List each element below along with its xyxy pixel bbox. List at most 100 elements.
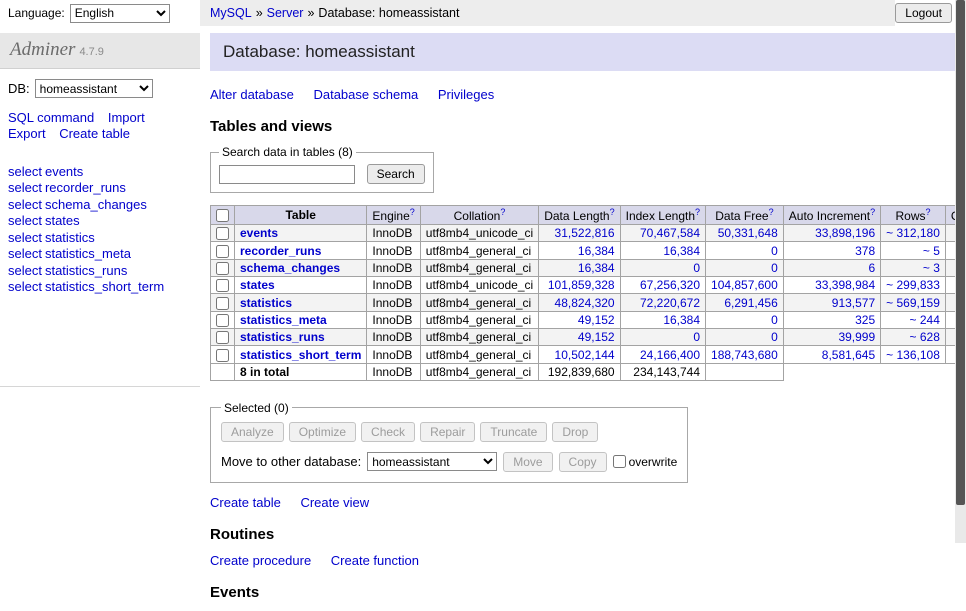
move-button[interactable]: Move — [503, 452, 552, 472]
table-link[interactable]: statistics_meta — [240, 313, 327, 327]
sql-command-link[interactable]: SQL command — [8, 110, 94, 125]
data-length-link[interactable]: 101,859,328 — [548, 278, 615, 292]
data-free-help-link[interactable]: ? — [769, 207, 774, 217]
table-name-link[interactable]: events — [45, 164, 83, 179]
language-select[interactable]: English — [70, 4, 170, 23]
table-name-link[interactable]: statistics_meta — [45, 246, 131, 261]
create-function-link[interactable]: Create function — [331, 553, 419, 568]
create-table-link[interactable]: Create table — [59, 126, 130, 141]
data-free-link[interactable]: 0 — [771, 330, 778, 344]
index-length-link[interactable]: 0 — [693, 330, 700, 344]
db-select[interactable]: homeassistant — [35, 79, 153, 98]
overwrite-checkbox[interactable] — [613, 455, 626, 468]
rows-count-link[interactable]: ~ 312,180 — [886, 226, 940, 240]
table-name-link[interactable]: statistics_short_term — [45, 279, 164, 294]
data-length-link[interactable]: 48,824,320 — [555, 296, 615, 310]
select-all-checkbox[interactable] — [216, 209, 229, 222]
rows-help-link[interactable]: ? — [926, 207, 931, 217]
table-name-link[interactable]: statistics_runs — [45, 263, 127, 278]
privileges-link[interactable]: Privileges — [438, 87, 494, 102]
rows-count-link[interactable]: ~ 299,833 — [886, 278, 940, 292]
scrollbar-thumb[interactable] — [956, 0, 965, 505]
optimize-button[interactable]: Optimize — [289, 422, 356, 442]
row-checkbox[interactable] — [216, 297, 229, 310]
index-length-link[interactable]: 16,384 — [663, 244, 700, 258]
index-length-link[interactable]: 16,384 — [663, 313, 700, 327]
create-view-link[interactable]: Create view — [300, 495, 369, 510]
auto-increment-link[interactable]: 39,999 — [838, 330, 875, 344]
row-checkbox[interactable] — [216, 349, 229, 362]
select-link[interactable]: select — [8, 230, 42, 245]
data-length-help-link[interactable]: ? — [610, 207, 615, 217]
data-length-link[interactable]: 16,384 — [578, 244, 615, 258]
drop-button[interactable]: Drop — [552, 422, 598, 442]
row-checkbox[interactable] — [216, 314, 229, 327]
alter-database-link[interactable]: Alter database — [210, 87, 294, 102]
data-free-link[interactable]: 0 — [771, 244, 778, 258]
auto-increment-help-link[interactable]: ? — [870, 207, 875, 217]
create-table-link-main[interactable]: Create table — [210, 495, 281, 510]
rows-count-link[interactable]: ~ 5 — [923, 244, 940, 258]
select-link[interactable]: select — [8, 279, 42, 294]
collation-help-link[interactable]: ? — [500, 207, 505, 217]
index-length-link[interactable]: 67,256,320 — [640, 278, 700, 292]
table-link[interactable]: events — [240, 226, 278, 240]
rows-count-link[interactable]: ~ 3 — [923, 261, 940, 275]
data-free-link[interactable]: 6,291,456 — [724, 296, 777, 310]
database-schema-link[interactable]: Database schema — [313, 87, 418, 102]
rows-count-link[interactable]: ~ 244 — [910, 313, 940, 327]
move-db-select[interactable]: homeassistant — [367, 452, 497, 471]
search-button[interactable]: Search — [367, 164, 425, 184]
table-link[interactable]: schema_changes — [240, 261, 340, 275]
data-length-link[interactable]: 31,522,816 — [555, 226, 615, 240]
table-link[interactable]: recorder_runs — [240, 244, 321, 258]
index-length-link[interactable]: 24,166,400 — [640, 348, 700, 362]
auto-increment-link[interactable]: 6 — [868, 261, 875, 275]
select-link[interactable]: select — [8, 180, 42, 195]
table-name-link[interactable]: statistics — [45, 230, 95, 245]
data-length-link[interactable]: 49,152 — [578, 330, 615, 344]
breadcrumb-mysql-link[interactable]: MySQL — [210, 6, 252, 20]
auto-increment-link[interactable]: 378 — [855, 244, 875, 258]
rows-count-link[interactable]: ~ 136,108 — [886, 348, 940, 362]
auto-increment-link[interactable]: 33,398,984 — [815, 278, 875, 292]
logout-button[interactable]: Logout — [895, 3, 952, 23]
data-free-link[interactable]: 0 — [771, 261, 778, 275]
search-input[interactable] — [219, 165, 355, 184]
table-name-link[interactable]: recorder_runs — [45, 180, 126, 195]
export-link[interactable]: Export — [8, 126, 46, 141]
rows-count-link[interactable]: ~ 569,159 — [886, 296, 940, 310]
auto-increment-link[interactable]: 33,898,196 — [815, 226, 875, 240]
auto-increment-link[interactable]: 325 — [855, 313, 875, 327]
index-length-help-link[interactable]: ? — [695, 207, 700, 217]
vertical-scrollbar[interactable] — [955, 0, 966, 543]
check-button[interactable]: Check — [361, 422, 415, 442]
data-free-link[interactable]: 188,743,680 — [711, 348, 778, 362]
data-free-link[interactable]: 50,331,648 — [718, 226, 778, 240]
import-link[interactable]: Import — [108, 110, 145, 125]
rows-count-link[interactable]: ~ 628 — [910, 330, 940, 344]
row-checkbox[interactable] — [216, 279, 229, 292]
data-free-link[interactable]: 0 — [771, 313, 778, 327]
row-checkbox[interactable] — [216, 245, 229, 258]
select-link[interactable]: select — [8, 164, 42, 179]
select-link[interactable]: select — [8, 213, 42, 228]
data-length-link[interactable]: 49,152 — [578, 313, 615, 327]
repair-button[interactable]: Repair — [420, 422, 475, 442]
index-length-link[interactable]: 0 — [693, 261, 700, 275]
index-length-link[interactable]: 72,220,672 — [640, 296, 700, 310]
row-checkbox[interactable] — [216, 262, 229, 275]
create-procedure-link[interactable]: Create procedure — [210, 553, 311, 568]
row-checkbox[interactable] — [216, 331, 229, 344]
analyze-button[interactable]: Analyze — [221, 422, 284, 442]
table-link[interactable]: statistics_runs — [240, 330, 325, 344]
select-link[interactable]: select — [8, 246, 42, 261]
truncate-button[interactable]: Truncate — [480, 422, 547, 442]
table-name-link[interactable]: schema_changes — [45, 197, 147, 212]
copy-button[interactable]: Copy — [559, 452, 607, 472]
row-checkbox[interactable] — [216, 227, 229, 240]
table-link[interactable]: statistics — [240, 296, 292, 310]
index-length-link[interactable]: 70,467,584 — [640, 226, 700, 240]
breadcrumb-server-link[interactable]: Server — [267, 6, 304, 20]
data-length-link[interactable]: 16,384 — [578, 261, 615, 275]
